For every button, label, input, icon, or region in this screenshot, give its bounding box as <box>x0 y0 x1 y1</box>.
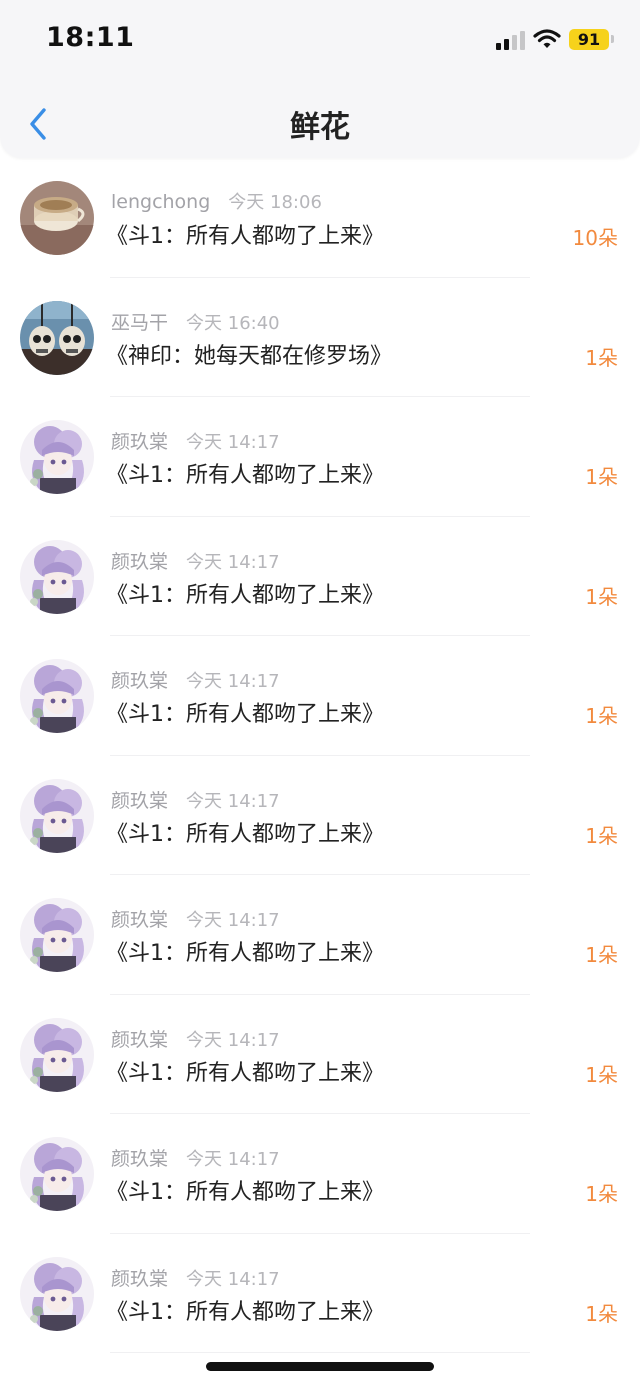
item-meta: 颜玖棠 今天 14:17 <box>111 1144 280 1171</box>
item-meta: 颜玖棠 今天 14:17 <box>111 547 280 574</box>
list-item[interactable]: 巫马干 今天 16:40 《神印：她每天都在修罗场》 1朵 <box>0 278 640 398</box>
book-title[interactable]: 《斗1：所有人都吻了上来》 <box>106 457 384 489</box>
avatar[interactable] <box>20 1137 94 1211</box>
avatar[interactable] <box>20 659 94 733</box>
status-time: 18:11 <box>46 22 135 53</box>
user-name[interactable]: 颜玖棠 <box>111 670 168 692</box>
timestamp: 今天 16:40 <box>186 312 280 334</box>
book-title[interactable]: 《斗1：所有人都吻了上来》 <box>106 935 384 967</box>
list-item[interactable]: 颜玖棠 今天 14:17 《斗1：所有人都吻了上来》 1朵 <box>0 875 640 995</box>
user-name[interactable]: 颜玖棠 <box>111 551 168 573</box>
timestamp: 今天 14:17 <box>186 790 280 812</box>
avatar[interactable] <box>20 898 94 972</box>
flower-count: 1朵 <box>585 584 618 609</box>
flower-count: 1朵 <box>585 1182 618 1206</box>
book-title[interactable]: 《斗1：所有人都吻了上来》 <box>106 1055 384 1087</box>
list-item[interactable]: 颜玖棠 今天 14:17 《斗1：所有人都吻了上来》 1朵 <box>0 995 640 1115</box>
item-meta: 颜玖棠 今天 14:17 <box>111 427 280 454</box>
list-item[interactable]: lengchong 今天 18:06 《斗1：所有人都吻了上来》 10朵 <box>0 158 640 278</box>
book-title[interactable]: 《斗1：所有人都吻了上来》 <box>106 218 384 250</box>
list-item[interactable]: 颜玖棠 今天 14:17 《斗1：所有人都吻了上来》 1朵 <box>0 1114 640 1234</box>
user-name[interactable]: lengchong <box>111 191 210 213</box>
user-name[interactable]: 颜玖棠 <box>111 790 168 812</box>
timestamp: 今天 14:17 <box>186 910 280 931</box>
user-name[interactable]: 巫马干 <box>111 312 168 334</box>
avatar[interactable] <box>20 778 94 853</box>
flower-count: 1朵 <box>585 465 618 489</box>
flower-count: 10朵 <box>572 226 618 250</box>
timestamp: 今天 14:17 <box>186 1268 280 1290</box>
status-icons: 91 <box>496 26 614 52</box>
flower-count: 1朵 <box>585 823 618 848</box>
user-name[interactable]: 颜玖棠 <box>111 909 168 931</box>
item-meta: 颜玖棠 今天 14:17 <box>111 1025 280 1052</box>
avatar[interactable] <box>20 539 94 614</box>
list-item[interactable]: 颜玖棠 今天 14:17 《斗1：所有人都吻了上来》 1朵 <box>0 756 640 876</box>
timestamp: 今天 14:17 <box>186 551 280 573</box>
item-meta: 颜玖棠 今天 14:17 <box>111 905 280 932</box>
user-name[interactable]: 颜玖棠 <box>111 1029 168 1051</box>
battery-level: 91 <box>569 28 609 50</box>
timestamp: 今天 14:17 <box>186 432 280 453</box>
user-name[interactable]: 颜玖棠 <box>111 431 168 453</box>
book-title[interactable]: 《斗1：所有人都吻了上来》 <box>106 816 384 848</box>
flower-count: 1朵 <box>585 943 618 967</box>
user-name[interactable]: 颜玖棠 <box>111 1268 168 1290</box>
battery-icon: 91 <box>569 28 614 50</box>
timestamp: 今天 14:17 <box>186 1029 280 1051</box>
user-name[interactable]: 颜玖棠 <box>111 1148 168 1170</box>
list-item[interactable]: 颜玖棠 今天 14:17 《斗1：所有人都吻了上来》 1朵 <box>0 517 640 637</box>
list-item[interactable]: 颜玖棠 今天 14:17 《斗1：所有人都吻了上来》 1朵 <box>0 636 640 756</box>
avatar[interactable] <box>20 181 94 255</box>
item-meta: 颜玖棠 今天 14:17 <box>111 666 280 693</box>
item-meta: lengchong 今天 18:06 <box>111 188 322 214</box>
book-title[interactable]: 《斗1：所有人都吻了上来》 <box>106 696 384 728</box>
flower-gift-list: lengchong 今天 18:06 《斗1：所有人都吻了上来》 10朵 巫马干今… <box>0 158 640 1353</box>
book-title[interactable]: 《斗1：所有人都吻了上来》 <box>106 1294 384 1326</box>
timestamp: 今天 18:06 <box>228 192 322 213</box>
top-bar: 18:11 91 鲜花 <box>0 0 640 158</box>
item-meta: 颜玖棠 今天 14:17 <box>111 1264 280 1291</box>
flower-count: 1朵 <box>585 1301 618 1326</box>
timestamp: 今天 14:17 <box>186 1149 280 1170</box>
avatar[interactable] <box>20 300 94 375</box>
page-title: 鲜花 <box>290 110 350 145</box>
list-item[interactable]: 颜玖棠 今天 14:17 《斗1：所有人都吻了上来》 1朵 <box>0 1234 640 1354</box>
item-meta: 颜玖棠 今天 14:17 <box>111 786 280 813</box>
flower-count: 1朵 <box>585 704 618 728</box>
timestamp: 今天 14:17 <box>186 671 280 692</box>
book-title[interactable]: 《神印：她每天都在修罗场》 <box>106 338 392 370</box>
avatar[interactable] <box>20 1017 94 1092</box>
book-title[interactable]: 《斗1：所有人都吻了上来》 <box>106 1174 384 1206</box>
item-meta: 巫马干 今天 16:40 <box>111 308 280 335</box>
cellular-signal-icon <box>496 28 525 50</box>
book-title[interactable]: 《斗1：所有人都吻了上来》 <box>106 577 384 609</box>
flower-count: 1朵 <box>585 345 618 370</box>
flower-count: 1朵 <box>585 1062 618 1087</box>
wifi-icon <box>533 29 561 48</box>
avatar[interactable] <box>20 420 94 494</box>
avatar[interactable] <box>20 1256 94 1331</box>
list-item[interactable]: 颜玖棠 今天 14:17 《斗1：所有人都吻了上来》 1朵 <box>0 397 640 517</box>
home-indicator[interactable] <box>206 1362 434 1371</box>
